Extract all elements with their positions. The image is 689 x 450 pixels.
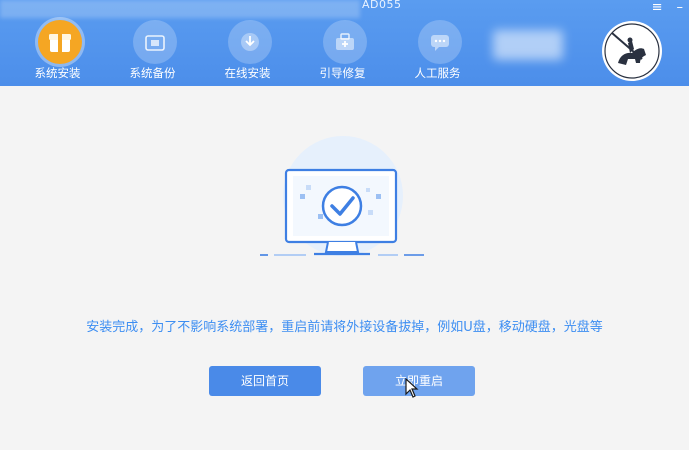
menu-button[interactable]: ≡: [652, 1, 663, 15]
restart-now-button[interactable]: 立即重启: [363, 366, 475, 396]
install-complete-message: 安装完成，为了不影响系统部署，重启前请将外接设备拔掉，例如U盘，移动硬盘，光盘等: [86, 320, 603, 335]
nav-item-human-service[interactable]: 人工服务: [394, 18, 489, 82]
download-icon: [227, 20, 272, 64]
package-icon: [37, 20, 82, 64]
nav-label: 系统备份: [129, 66, 176, 80]
nav-label: 系统安装: [34, 66, 81, 80]
nav-item-boot-repair[interactable]: 引导修复: [299, 18, 394, 82]
window-title: AD055: [362, 0, 402, 11]
chat-icon: [417, 20, 462, 64]
window-controls: ≡ –: [652, 1, 683, 15]
brand-name-blurred: [493, 30, 563, 60]
backup-icon: [132, 20, 177, 64]
app-header: AD055 ≡ – 系统安装 系统备份 在线安装 引导修复 人工服务: [0, 0, 689, 86]
nav-label: 人工服务: [414, 66, 461, 80]
return-home-button[interactable]: 返回首页: [209, 366, 321, 396]
minimize-button[interactable]: –: [677, 1, 684, 15]
toolbox-icon: [322, 20, 367, 64]
main-nav: 系统安装 系统备份 在线安装 引导修复 人工服务: [14, 18, 489, 82]
nav-label: 引导修复: [319, 66, 366, 80]
main-content: 安装完成，为了不影响系统部署，重启前请将外接设备拔掉，例如U盘，移动硬盘，光盘等…: [0, 86, 689, 450]
monitor-check-icon: [256, 134, 431, 274]
nav-item-online-install[interactable]: 在线安装: [204, 18, 299, 82]
nav-item-system-install[interactable]: 系统安装: [14, 18, 109, 82]
mouse-pointer-icon: [405, 377, 419, 398]
title-bar-blurred: [0, 0, 360, 18]
nav-item-system-backup[interactable]: 系统备份: [109, 18, 204, 82]
knight-logo-icon: [600, 19, 664, 83]
nav-label: 在线安装: [224, 66, 271, 80]
